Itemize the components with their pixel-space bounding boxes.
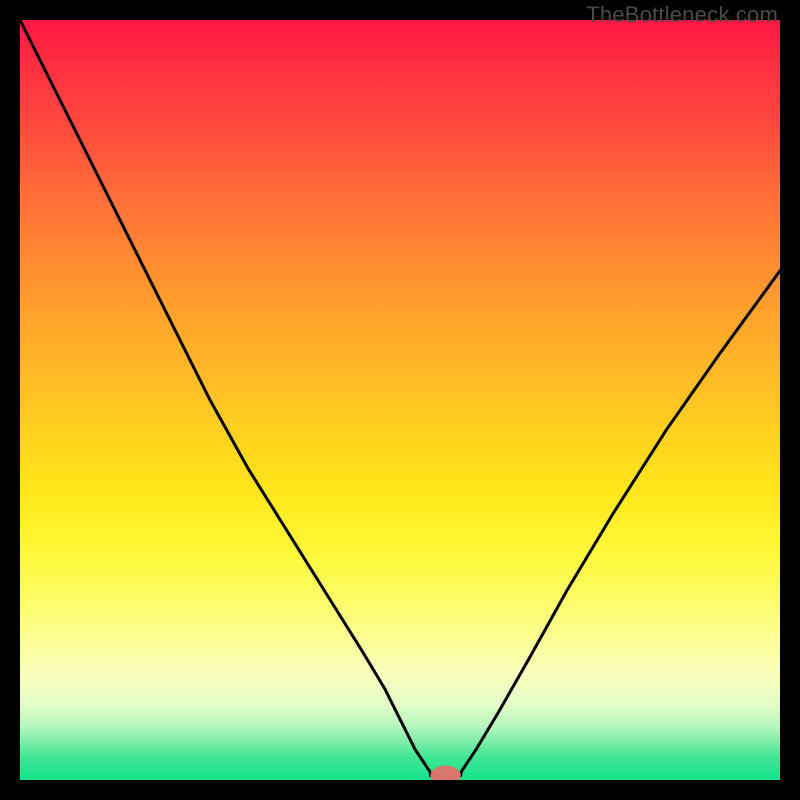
- bottleneck-curve: [20, 20, 780, 775]
- chart-svg: [20, 20, 780, 780]
- optimal-marker: [430, 766, 460, 780]
- watermark-text: TheBottleneck.com: [586, 2, 778, 28]
- plot-area: [20, 20, 780, 780]
- chart-frame: TheBottleneck.com: [0, 0, 800, 800]
